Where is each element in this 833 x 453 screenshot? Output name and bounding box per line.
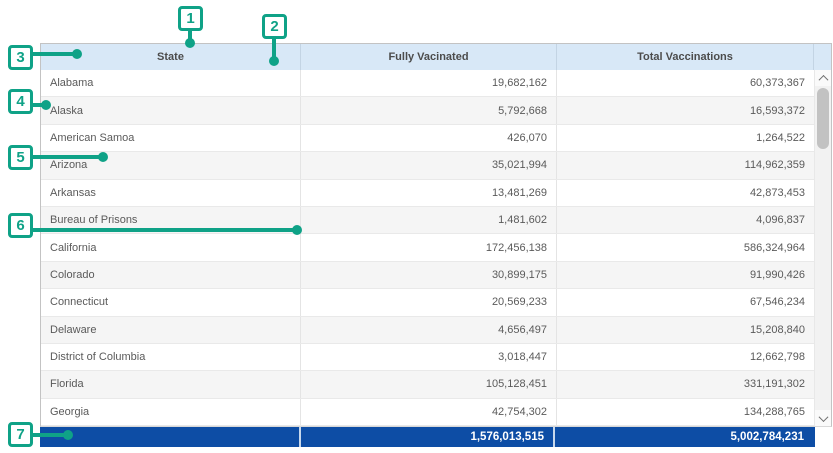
callout-7-badge: 7 <box>8 422 33 447</box>
table-row[interactable]: District of Columbia3,018,44712,662,798 <box>41 344 814 371</box>
totals-fully-vaccinated: 1,576,013,515 <box>301 427 555 447</box>
cell-fully-vaccinated: 426,070 <box>301 125 557 151</box>
cell-fully-vaccinated: 4,656,497 <box>301 317 557 343</box>
vaccinations-table: State Fully Vacinated Total Vaccinations… <box>40 43 832 427</box>
header-scrollbar-corner <box>814 44 831 70</box>
table-row[interactable]: Colorado30,899,17591,990,426 <box>41 262 814 289</box>
cell-fully-vaccinated: 3,018,447 <box>301 344 557 370</box>
callout-5-line <box>30 155 103 159</box>
cell-fully-vaccinated: 172,456,138 <box>301 234 557 260</box>
callout-6-line <box>30 228 297 232</box>
chevron-up-icon <box>818 74 828 84</box>
cell-total-vaccinations: 134,288,765 <box>557 399 814 425</box>
cell-state: Alaska <box>41 97 301 123</box>
cell-total-vaccinations: 60,373,367 <box>557 70 814 96</box>
cell-state: Colorado <box>41 262 301 288</box>
table-row[interactable]: Arizona35,021,994114,962,359 <box>41 152 814 179</box>
callout-4-dot <box>41 100 51 110</box>
callout-2-dot <box>269 56 279 66</box>
scroll-up-button[interactable] <box>815 70 831 86</box>
cell-total-vaccinations: 4,096,837 <box>557 207 814 233</box>
cell-total-vaccinations: 67,546,234 <box>557 289 814 315</box>
table-row[interactable]: Alaska5,792,66816,593,372 <box>41 97 814 124</box>
cell-fully-vaccinated: 42,754,302 <box>301 399 557 425</box>
scrollbar-thumb[interactable] <box>817 88 829 149</box>
callout-4-badge: 4 <box>8 89 33 114</box>
cell-fully-vaccinated: 1,481,602 <box>301 207 557 233</box>
table-totals-row: 1,576,013,515 5,002,784,231 <box>40 427 815 447</box>
cell-state: Delaware <box>41 317 301 343</box>
table-row[interactable]: American Samoa426,0701,264,522 <box>41 125 814 152</box>
cell-fully-vaccinated: 35,021,994 <box>301 152 557 178</box>
cell-fully-vaccinated: 13,481,269 <box>301 180 557 206</box>
callout-3-dot <box>72 49 82 59</box>
cell-total-vaccinations: 12,662,798 <box>557 344 814 370</box>
cell-state: Connecticut <box>41 289 301 315</box>
callout-6-dot <box>292 225 302 235</box>
vertical-scrollbar[interactable] <box>814 70 831 426</box>
cell-state: Alabama <box>41 70 301 96</box>
chevron-down-icon <box>818 412 828 422</box>
cell-state: Georgia <box>41 399 301 425</box>
cell-state: Arkansas <box>41 180 301 206</box>
cell-total-vaccinations: 16,593,372 <box>557 97 814 123</box>
scrollbar-track[interactable] <box>815 86 831 410</box>
totals-total-vaccinations: 5,002,784,231 <box>555 427 813 447</box>
cell-total-vaccinations: 586,324,964 <box>557 234 814 260</box>
callout-6-badge: 6 <box>8 213 33 238</box>
callout-5-badge: 5 <box>8 145 33 170</box>
cell-fully-vaccinated: 105,128,451 <box>301 371 557 397</box>
table-body: Alabama19,682,16260,373,367Alaska5,792,6… <box>41 70 831 426</box>
table-row[interactable]: Georgia42,754,302134,288,765 <box>41 399 814 426</box>
callout-1-badge: 1 <box>178 6 203 31</box>
callout-2-badge: 2 <box>262 14 287 39</box>
callout-5-dot <box>98 152 108 162</box>
callout-1-dot <box>185 38 195 48</box>
callout-3-line <box>30 52 77 56</box>
callout-3-badge: 3 <box>8 45 33 70</box>
table-row[interactable]: Arkansas13,481,26942,873,453 <box>41 180 814 207</box>
table-header-row: State Fully Vacinated Total Vaccinations <box>41 44 831 70</box>
table-row[interactable]: Florida105,128,451331,191,302 <box>41 371 814 398</box>
cell-total-vaccinations: 331,191,302 <box>557 371 814 397</box>
cell-total-vaccinations: 42,873,453 <box>557 180 814 206</box>
column-header-fully-vaccinated[interactable]: Fully Vacinated <box>301 44 557 70</box>
cell-fully-vaccinated: 30,899,175 <box>301 262 557 288</box>
cell-fully-vaccinated: 20,569,233 <box>301 289 557 315</box>
totals-state-cell <box>40 427 301 447</box>
cell-total-vaccinations: 91,990,426 <box>557 262 814 288</box>
column-header-total-vaccinations[interactable]: Total Vaccinations <box>557 44 814 70</box>
table-row[interactable]: Connecticut20,569,23367,546,234 <box>41 289 814 316</box>
cell-total-vaccinations: 15,208,840 <box>557 317 814 343</box>
cell-state: Florida <box>41 371 301 397</box>
cell-fully-vaccinated: 19,682,162 <box>301 70 557 96</box>
cell-total-vaccinations: 114,962,359 <box>557 152 814 178</box>
table-row[interactable]: Alabama19,682,16260,373,367 <box>41 70 814 97</box>
table-row[interactable]: Delaware4,656,49715,208,840 <box>41 317 814 344</box>
cell-state: District of Columbia <box>41 344 301 370</box>
table-body-rows: Alabama19,682,16260,373,367Alaska5,792,6… <box>41 70 814 426</box>
cell-fully-vaccinated: 5,792,668 <box>301 97 557 123</box>
cell-state: American Samoa <box>41 125 301 151</box>
table-row[interactable]: California172,456,138586,324,964 <box>41 234 814 261</box>
callout-7-dot <box>63 430 73 440</box>
cell-total-vaccinations: 1,264,522 <box>557 125 814 151</box>
scroll-down-button[interactable] <box>815 410 831 426</box>
cell-state: California <box>41 234 301 260</box>
